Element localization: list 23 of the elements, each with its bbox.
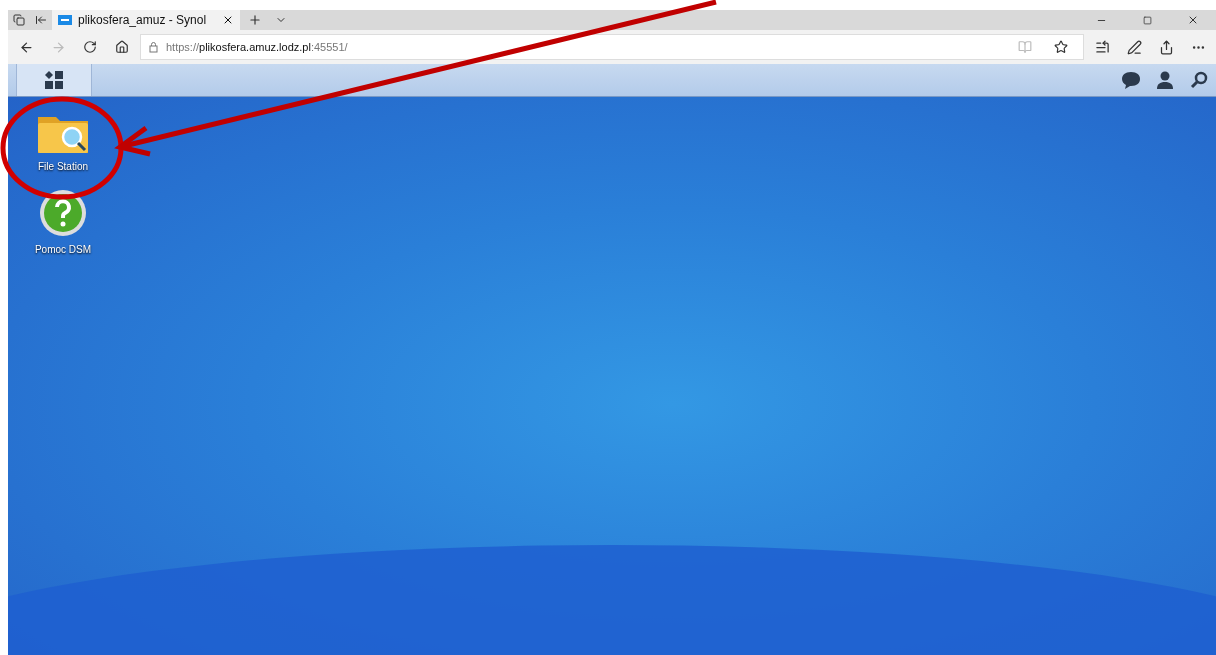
pen-icon[interactable] (1126, 39, 1142, 55)
new-tab-icon[interactable] (248, 13, 262, 27)
share-icon[interactable] (1158, 39, 1174, 55)
star-icon[interactable] (1054, 40, 1068, 54)
refresh-icon[interactable] (83, 40, 97, 54)
back-icon[interactable] (18, 39, 34, 55)
home-icon[interactable] (115, 40, 129, 54)
desktop-shortcut[interactable]: Pomoc DSM (22, 188, 104, 255)
help-icon (38, 188, 88, 238)
close-icon[interactable] (222, 14, 234, 26)
desktop-shortcut[interactable]: File Station (22, 111, 104, 172)
tabs-icon[interactable] (13, 14, 25, 26)
main-menu-button[interactable] (16, 64, 92, 96)
restore-icon[interactable] (1142, 15, 1152, 25)
browser-tab[interactable]: plikosfera_amuz - Synol (52, 10, 240, 30)
grid-icon (45, 71, 63, 89)
favorites-icon[interactable] (1094, 39, 1110, 55)
tab-back-icon[interactable] (35, 14, 47, 26)
favicon-icon (58, 15, 72, 25)
address-field[interactable]: https://plikosfera.amuz.lodz.pl:45551/ (140, 34, 1084, 60)
url-text: https://plikosfera.amuz.lodz.pl:45551/ (166, 41, 348, 53)
close-icon[interactable] (1187, 14, 1199, 26)
lock-icon (149, 41, 158, 53)
